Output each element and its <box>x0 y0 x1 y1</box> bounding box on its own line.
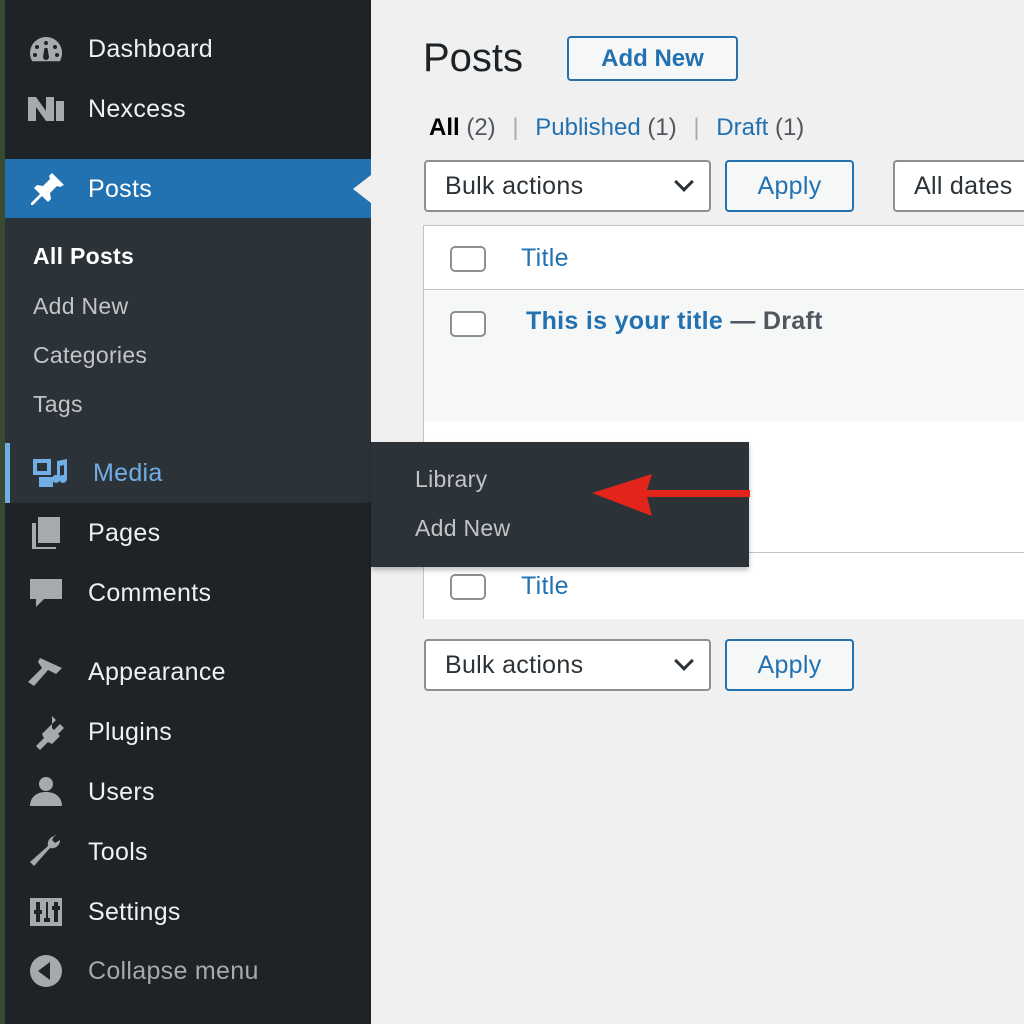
nexcess-icon <box>25 90 67 128</box>
chevron-down-icon <box>674 651 694 671</box>
admin-sidebar: Dashboard Nexcess Posts All Posts Add Ne… <box>0 0 371 1024</box>
table-header: Title <box>424 226 1024 290</box>
sidebar-item-label: Users <box>88 777 155 806</box>
filter-published[interactable]: Published <box>535 114 640 141</box>
post-state: — Draft <box>723 307 823 335</box>
settings-icon <box>25 893 67 931</box>
media-icon <box>30 454 72 492</box>
sidebar-item-label: Dashboard <box>88 34 214 63</box>
sidebar-item-label: Comments <box>88 578 212 607</box>
submenu-item-all-posts[interactable]: All Posts <box>33 243 134 270</box>
sidebar-item-appearance[interactable]: Appearance <box>5 642 371 702</box>
submenu-item-categories[interactable]: Categories <box>33 342 147 369</box>
filter-all-count: (2) <box>466 114 496 141</box>
select-all-checkbox[interactable] <box>450 246 486 272</box>
appearance-icon <box>25 653 67 691</box>
flyout-pointer <box>356 461 371 485</box>
pin-icon <box>25 170 67 208</box>
sidebar-item-label: Media <box>93 458 163 487</box>
bulk-actions-value: Bulk actions <box>445 650 584 679</box>
comments-icon <box>25 574 67 612</box>
table-row: This is your title — Draft <box>424 291 1024 421</box>
collapse-icon <box>25 952 67 990</box>
sidebar-item-label: Collapse menu <box>88 956 259 985</box>
sidebar-item-pages[interactable]: Pages <box>5 503 371 563</box>
sidebar-item-posts[interactable]: Posts <box>5 159 371 219</box>
filter-separator: | <box>693 114 700 141</box>
submenu-item-tags[interactable]: Tags <box>33 391 83 418</box>
posts-submenu: All Posts Add New Categories Tags <box>5 218 371 444</box>
apply-button-bottom[interactable]: Apply <box>725 639 854 691</box>
plugins-icon <box>25 713 67 751</box>
sidebar-item-nexcess[interactable]: Nexcess <box>5 79 371 139</box>
sidebar-item-label: Tools <box>88 837 148 866</box>
submenu-item-add-new[interactable]: Add New <box>33 293 128 320</box>
date-filter-value: All dates <box>914 171 1013 200</box>
filter-draft[interactable]: Draft <box>716 114 768 141</box>
sidebar-item-label: Posts <box>88 174 153 203</box>
sidebar-item-label: Nexcess <box>88 94 186 123</box>
sidebar-item-label: Plugins <box>88 717 173 746</box>
bulk-actions-select-bottom[interactable]: Bulk actions <box>424 639 711 691</box>
date-filter-select[interactable]: All dates <box>893 160 1024 212</box>
chevron-down-icon <box>674 172 694 192</box>
filter-draft-count: (1) <box>774 114 805 141</box>
bulk-actions-select-top[interactable]: Bulk actions <box>424 160 711 212</box>
post-status-filters: All (2) | Published (1) | Draft (1) <box>429 114 804 142</box>
current-menu-pointer <box>353 175 371 203</box>
column-title-footer[interactable]: Title <box>521 572 569 601</box>
flyout-item-add-new[interactable]: Add New <box>415 515 510 542</box>
sidebar-item-tools[interactable]: Tools <box>5 822 371 882</box>
sidebar-item-label: Appearance <box>88 657 226 686</box>
sidebar-item-label: Settings <box>88 897 181 926</box>
select-all-checkbox-footer[interactable] <box>450 574 486 600</box>
filter-all[interactable]: All <box>429 114 460 141</box>
tools-icon <box>25 833 67 871</box>
filter-separator: | <box>512 114 519 141</box>
page-title: Posts <box>423 36 524 80</box>
add-new-post-button[interactable]: Add New <box>567 36 738 81</box>
sidebar-item-users[interactable]: Users <box>5 762 371 822</box>
sidebar-item-comments[interactable]: Comments <box>5 563 371 623</box>
post-title-link[interactable]: This is your title <box>526 307 723 335</box>
filter-published-count: (1) <box>647 114 677 141</box>
pages-icon <box>25 514 67 552</box>
row-checkbox[interactable] <box>450 311 486 337</box>
bulk-actions-value: Bulk actions <box>445 171 584 200</box>
flyout-item-library[interactable]: Library <box>415 466 487 493</box>
sidebar-item-dashboard[interactable]: Dashboard <box>5 19 371 79</box>
users-icon <box>25 773 67 811</box>
collapse-menu-button[interactable]: Collapse menu <box>5 941 371 1001</box>
column-title-header[interactable]: Title <box>521 244 569 273</box>
dashboard-icon <box>25 30 67 68</box>
sidebar-item-settings[interactable]: Settings <box>5 882 371 942</box>
sidebar-item-media[interactable]: Media <box>5 443 371 503</box>
red-arrow-annotation <box>592 474 750 516</box>
sidebar-item-label: Pages <box>88 518 161 547</box>
apply-button-top[interactable]: Apply <box>725 160 854 212</box>
sidebar-item-plugins[interactable]: Plugins <box>5 702 371 762</box>
post-title: This is your title — Draft <box>526 307 823 336</box>
